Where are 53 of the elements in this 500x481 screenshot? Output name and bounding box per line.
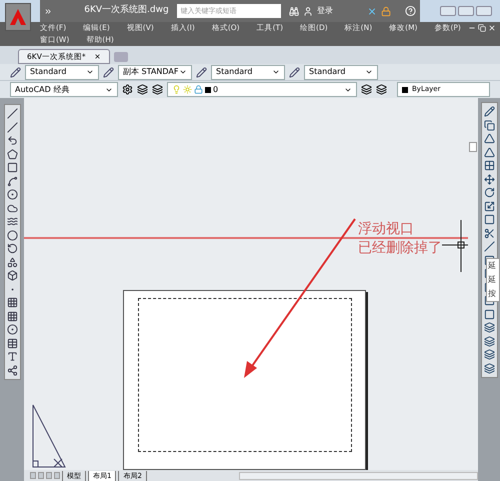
bulb-icon <box>172 85 181 94</box>
hatch-icon[interactable] <box>6 297 18 308</box>
flyout-item[interactable]: 延 <box>487 275 499 285</box>
lock-icon[interactable] <box>380 6 391 16</box>
rotate-icon[interactable] <box>484 187 494 198</box>
table-icon[interactable] <box>6 338 18 348</box>
scroll-thumb[interactable] <box>469 142 477 152</box>
horizontal-scrollbar[interactable] <box>238 472 478 480</box>
text-icon[interactable] <box>6 351 18 362</box>
restore-button[interactable] <box>458 6 474 16</box>
dropdown-caret-icon <box>272 68 280 76</box>
ucs-triangle-icon <box>32 404 66 468</box>
help-icon[interactable] <box>405 5 416 17</box>
dropdown-caret-icon <box>86 68 94 76</box>
scale-icon[interactable] <box>484 200 494 212</box>
settings-icon[interactable] <box>122 84 133 95</box>
binoculars-icon[interactable] <box>288 6 299 16</box>
dropdown-caret-icon <box>179 68 187 76</box>
minimize-button[interactable] <box>440 6 456 16</box>
copy-icon[interactable] <box>484 120 494 130</box>
file-name: 6KV一次系统图.dwg <box>84 4 169 18</box>
dropdown-caret-icon <box>365 68 373 76</box>
line-icon[interactable] <box>6 108 18 119</box>
style-dropdown[interactable]: Standard <box>211 64 285 80</box>
close-icon[interactable] <box>94 53 101 60</box>
layer-dropdown[interactable]: 0 <box>167 82 357 97</box>
annotation-text: 浮动视口 <box>358 220 415 239</box>
layers-icon[interactable] <box>137 84 148 95</box>
move-icon[interactable] <box>484 174 494 184</box>
rectangle-icon[interactable] <box>6 162 18 173</box>
color-swatch <box>402 86 408 92</box>
trim-icon[interactable] <box>484 228 494 238</box>
color-swatch <box>205 86 211 92</box>
style-dropdown[interactable]: Standard <box>25 64 99 80</box>
flyout-item[interactable]: 延 <box>487 261 499 271</box>
double-chevron-icon[interactable] <box>44 6 52 16</box>
close-button[interactable] <box>476 6 492 16</box>
restore-icon[interactable] <box>478 24 486 32</box>
logo-icon <box>9 8 27 26</box>
cloud-icon[interactable] <box>6 202 18 214</box>
flyout-item[interactable]: 按 <box>487 289 499 299</box>
style-dropdown[interactable]: 副本 STANDAF <box>118 64 192 80</box>
annotation-text: 已经删除掉了 <box>358 239 442 258</box>
sun-icon <box>183 85 192 94</box>
user-icon[interactable] <box>302 6 313 16</box>
login-link[interactable]: 登录 <box>316 5 333 17</box>
workspace-dropdown[interactable]: AutoCAD 经典 <box>10 82 118 97</box>
arc-icon[interactable] <box>6 176 18 186</box>
circle-icon[interactable] <box>6 189 18 200</box>
array-icon[interactable] <box>484 160 494 171</box>
polygon-icon[interactable] <box>6 148 18 160</box>
style-dropdown[interactable]: Standard <box>304 64 378 80</box>
lock-icon <box>194 85 203 94</box>
